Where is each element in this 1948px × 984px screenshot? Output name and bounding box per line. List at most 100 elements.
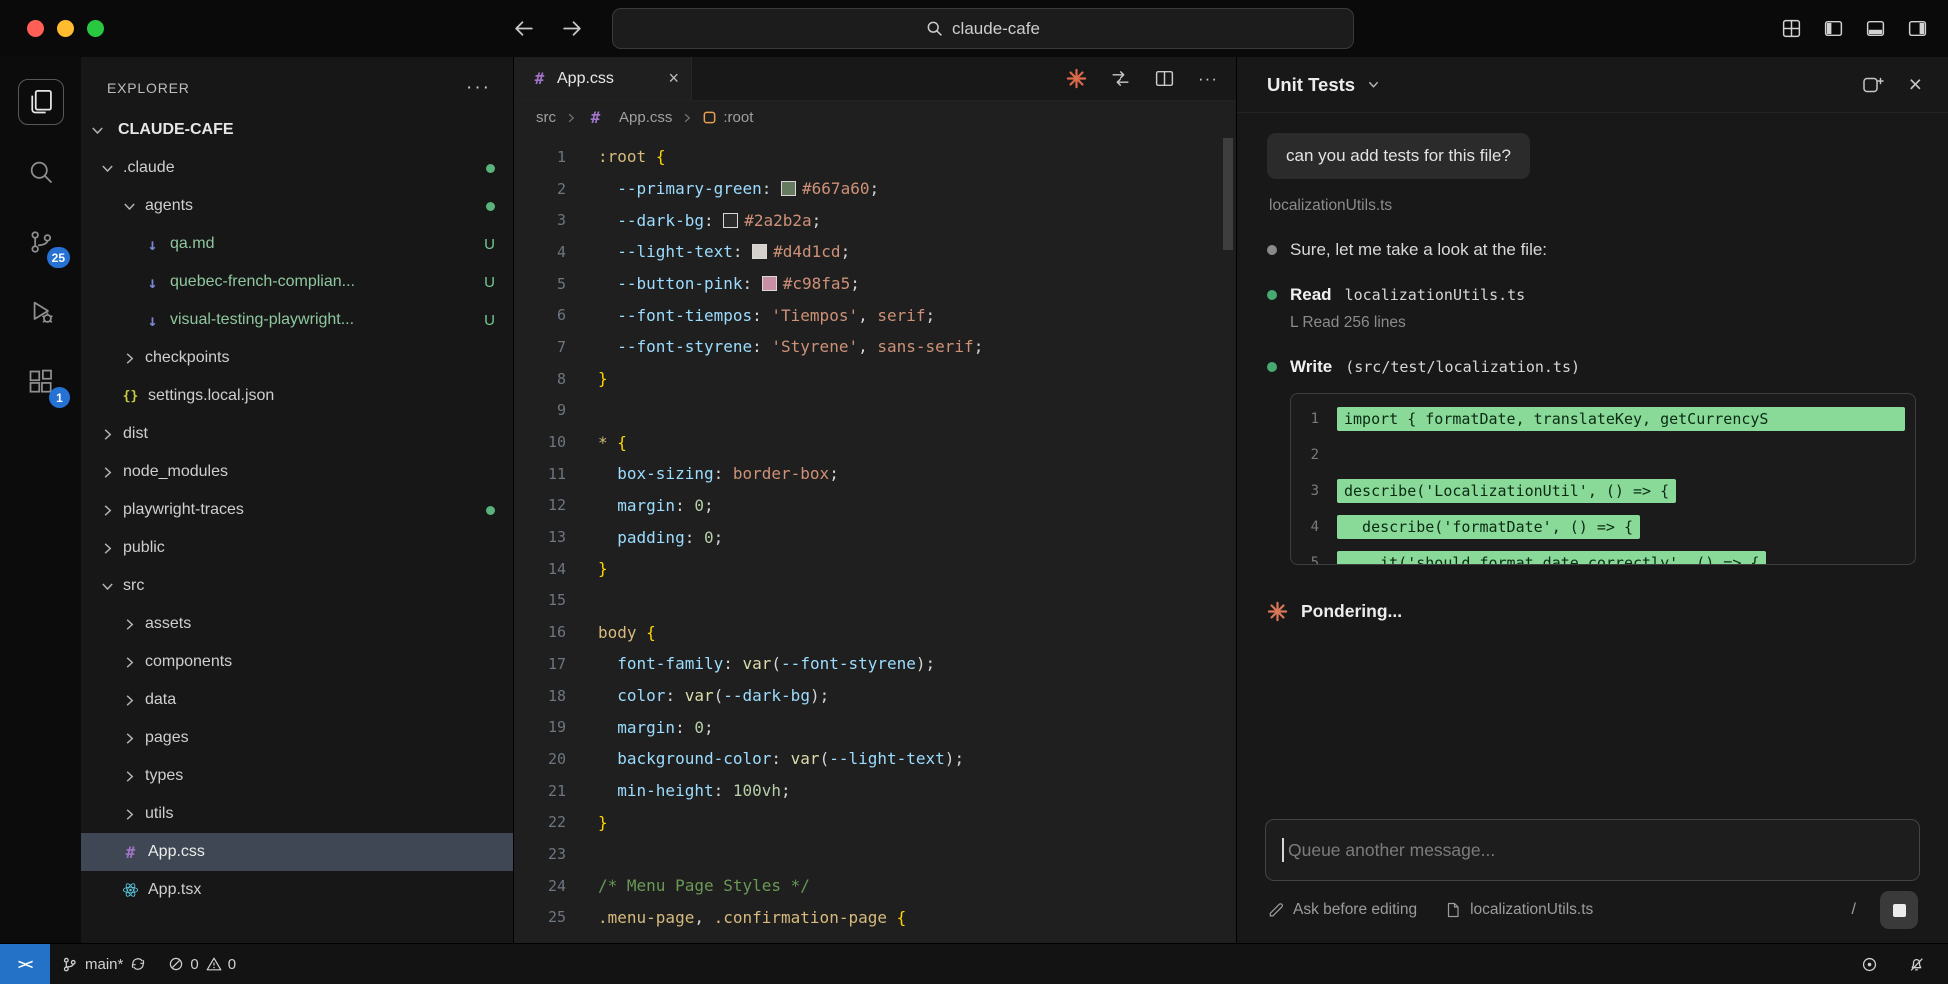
tree-item-quebec-french-complian-[interactable]: ↓quebec-french-complian...U [81, 263, 513, 301]
vscode-window: claude-cafe [0, 0, 1948, 984]
tree-item-visual-testing-playwright-[interactable]: ↓visual-testing-playwright...U [81, 301, 513, 339]
code-line-7[interactable]: 7 --font-styrene: 'Styrene', sans-serif; [514, 331, 1236, 363]
code-line-1[interactable]: 1:root { [514, 141, 1236, 173]
line-content: body { [598, 623, 656, 642]
json-icon: {} [121, 389, 140, 404]
code-line-6[interactable]: 6 --font-tiempos: 'Tiempos', serif; [514, 299, 1236, 331]
status-bar: >< main* 0 0 [0, 943, 1948, 984]
problems-status[interactable]: 0 0 [157, 944, 247, 984]
permission-mode-button[interactable]: Ask before editing [1267, 901, 1417, 919]
color-swatch[interactable] [762, 276, 777, 291]
zoom-window-button[interactable] [87, 20, 104, 37]
code-line-4[interactable]: 4 --light-text: #d4d1cd; [514, 236, 1236, 268]
tree-item-pages[interactable]: pages [81, 719, 513, 757]
activitybar-run-debug[interactable] [0, 277, 81, 347]
tree-item-utils[interactable]: utils [81, 795, 513, 833]
stop-button[interactable] [1880, 891, 1918, 929]
attached-file-button[interactable]: localizationUtils.ts [1445, 901, 1593, 919]
tree-item-dist[interactable]: dist [81, 415, 513, 453]
screencast-button[interactable] [1850, 956, 1889, 973]
code-line-8[interactable]: 8} [514, 363, 1236, 395]
chevron-down-icon[interactable] [1366, 77, 1381, 92]
code-line-2[interactable]: 2 --primary-green: #667a60; [514, 173, 1236, 205]
tree-item-qa-md[interactable]: ↓qa.mdU [81, 225, 513, 263]
tree-item-types[interactable]: types [81, 757, 513, 795]
code-line-12[interactable]: 12 margin: 0; [514, 490, 1236, 522]
toggle-secondary-sidebar-button[interactable] [1907, 18, 1928, 39]
css-file-icon: # [530, 69, 549, 88]
split-editor-button[interactable] [1154, 68, 1175, 89]
project-root-row[interactable]: CLAUDE-CAFE [81, 111, 513, 149]
code-line-16[interactable]: 16body { [514, 616, 1236, 648]
code-line-22[interactable]: 22} [514, 806, 1236, 838]
remote-indicator[interactable]: >< [0, 944, 50, 984]
chat-title[interactable]: Unit Tests [1267, 74, 1355, 96]
code-editor[interactable]: 1:root {2 --primary-green: #667a60;3 --d… [514, 134, 1236, 943]
nav-forward-button[interactable] [561, 17, 584, 40]
tree-item--claude[interactable]: .claude [81, 149, 513, 187]
breadcrumb-folder[interactable]: src [536, 109, 556, 126]
close-window-button[interactable] [27, 20, 44, 37]
code-line-18[interactable]: 18 color: var(--dark-bg); [514, 680, 1236, 712]
tree-item-public[interactable]: public [81, 529, 513, 567]
editor-scrollbar[interactable] [1223, 138, 1233, 250]
customize-layout-button[interactable] [1781, 18, 1802, 39]
tree-item-playwright-traces[interactable]: playwright-traces [81, 491, 513, 529]
explorer-more-actions[interactable]: ··· [466, 77, 491, 99]
tree-item-agents[interactable]: agents [81, 187, 513, 225]
notifications-button[interactable] [1897, 956, 1936, 973]
code-line-15[interactable]: 15 [514, 585, 1236, 617]
bullet-dot-icon [1267, 245, 1277, 255]
diff-preview[interactable]: 1import { formatDate, translateKey, getC… [1290, 393, 1916, 565]
tree-item-settings-local-json[interactable]: {}settings.local.json [81, 377, 513, 415]
tree-item-app-css[interactable]: #App.css [81, 833, 513, 871]
new-chat-button[interactable] [1861, 74, 1885, 95]
chat-input[interactable]: Queue another message... [1265, 819, 1920, 881]
tree-item-checkpoints[interactable]: checkpoints [81, 339, 513, 377]
code-line-9[interactable]: 9 [514, 395, 1236, 427]
breadcrumb-symbol[interactable]: :root [702, 109, 753, 126]
code-line-3[interactable]: 3 --dark-bg: #2a2b2a; [514, 204, 1236, 236]
claude-code-button[interactable] [1066, 68, 1087, 89]
tab-app-css[interactable]: # App.css × [514, 57, 692, 100]
open-changes-button[interactable] [1110, 68, 1131, 89]
color-swatch[interactable] [752, 244, 767, 259]
tree-item-data[interactable]: data [81, 681, 513, 719]
code-line-21[interactable]: 21 min-height: 100vh; [514, 775, 1236, 807]
tree-item-node-modules[interactable]: node_modules [81, 453, 513, 491]
color-swatch[interactable] [723, 213, 738, 228]
code-line-5[interactable]: 5 --button-pink: #c98fa5; [514, 268, 1236, 300]
toggle-primary-sidebar-button[interactable] [1823, 18, 1844, 39]
code-line-11[interactable]: 11 box-sizing: border-box; [514, 458, 1236, 490]
code-line-13[interactable]: 13 padding: 0; [514, 521, 1236, 553]
nav-back-button[interactable] [512, 17, 535, 40]
toggle-panel-button[interactable] [1865, 18, 1886, 39]
tree-item-src[interactable]: src [81, 567, 513, 605]
arrow-left-icon [512, 17, 535, 40]
code-line-20[interactable]: 20 background-color: var(--light-text); [514, 743, 1236, 775]
code-line-24[interactable]: 24/* Menu Page Styles */ [514, 870, 1236, 902]
close-panel-icon[interactable]: × [1909, 73, 1922, 96]
context-file-label: localizationUtils.ts [1269, 197, 1918, 215]
code-line-23[interactable]: 23 [514, 838, 1236, 870]
color-swatch[interactable] [781, 181, 796, 196]
code-line-25[interactable]: 25.menu-page, .confirmation-page { [514, 902, 1236, 934]
activitybar-source-control[interactable]: 25 [0, 207, 81, 277]
git-branch-status[interactable]: main* [50, 944, 157, 984]
more-actions-icon[interactable]: ··· [1198, 69, 1218, 89]
tree-item-app-tsx[interactable]: App.tsx [81, 871, 513, 909]
activitybar-explorer[interactable] [0, 67, 81, 137]
tree-item-assets[interactable]: assets [81, 605, 513, 643]
minimize-window-button[interactable] [57, 20, 74, 37]
code-line-10[interactable]: 10* { [514, 426, 1236, 458]
tree-item-components[interactable]: components [81, 643, 513, 681]
code-line-17[interactable]: 17 font-family: var(--font-styrene); [514, 648, 1236, 680]
explorer-header: EXPLORER ··· [81, 65, 513, 111]
tab-close-icon[interactable]: × [668, 68, 679, 89]
code-line-19[interactable]: 19 margin: 0; [514, 711, 1236, 743]
activitybar-search[interactable] [0, 137, 81, 207]
code-line-14[interactable]: 14} [514, 553, 1236, 585]
breadcrumb-file[interactable]: # App.css [586, 108, 672, 127]
activitybar-extensions[interactable]: 1 [0, 347, 81, 417]
command-center-search[interactable]: claude-cafe [612, 8, 1354, 49]
